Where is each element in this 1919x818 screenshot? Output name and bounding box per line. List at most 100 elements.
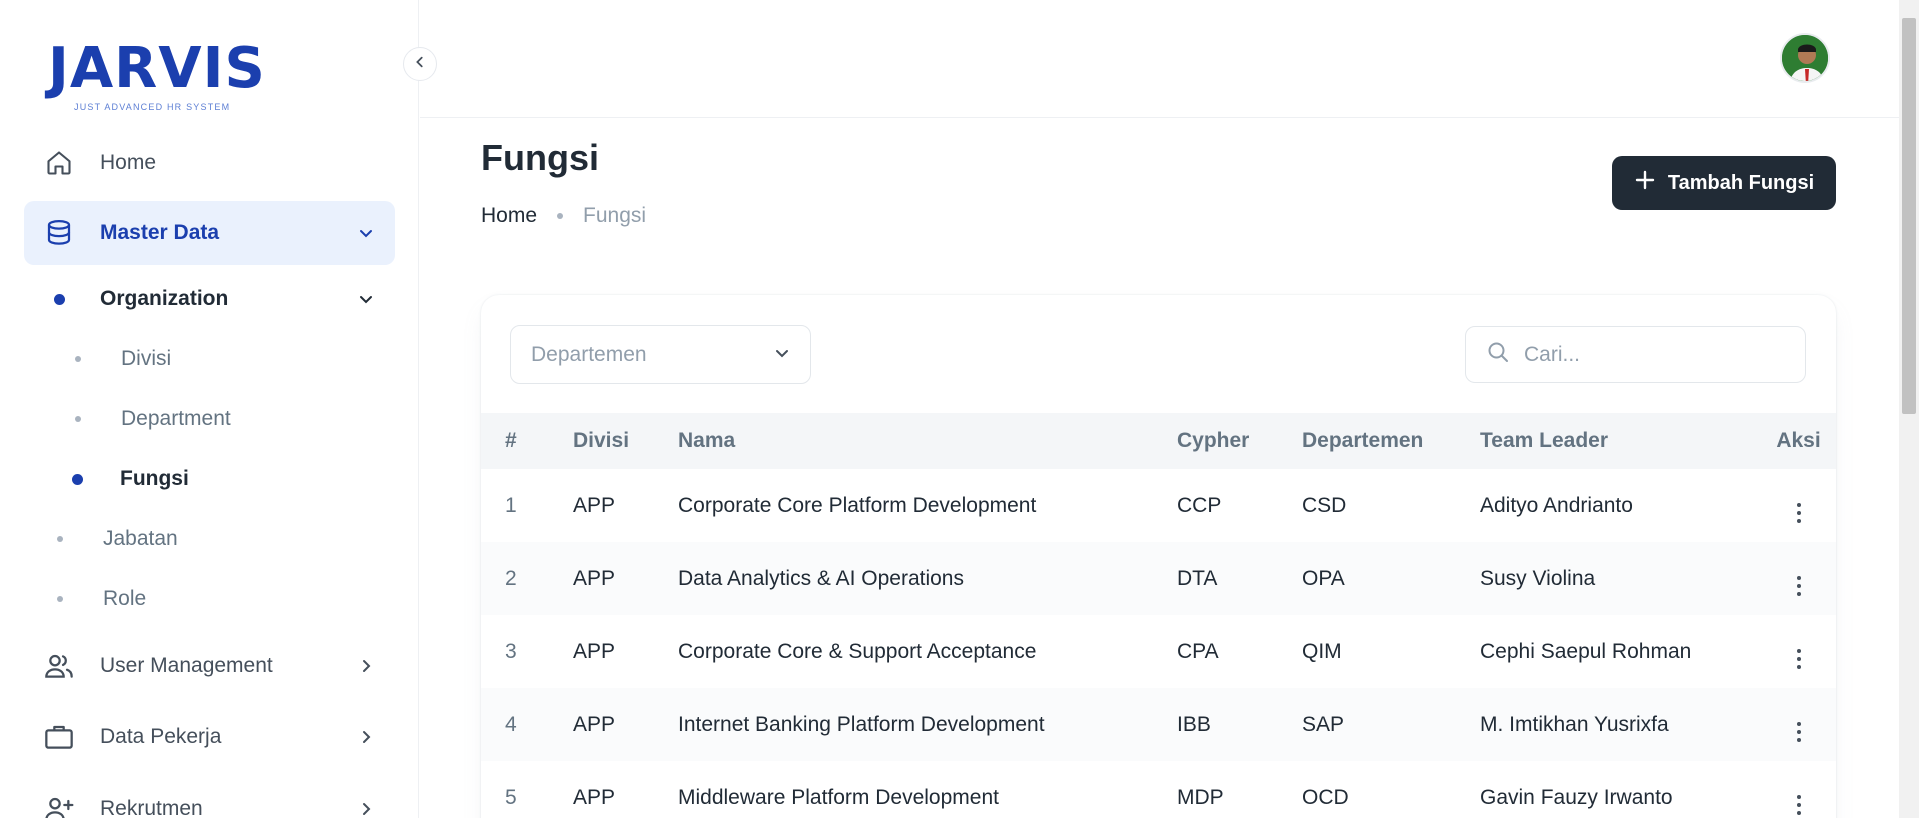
table-row: 1 APP Corporate Core Platform Developmen… bbox=[481, 469, 1836, 542]
add-fungsi-button[interactable]: Tambah Fungsi bbox=[1612, 156, 1836, 210]
breadcrumb-separator bbox=[557, 213, 564, 219]
cell-team-leader: Adityo Andrianto bbox=[1480, 493, 1633, 517]
cell-nama: Middleware Platform Development bbox=[678, 785, 999, 809]
user-plus-icon bbox=[42, 792, 76, 818]
cell-number: 4 bbox=[481, 688, 573, 761]
chevron-down-icon bbox=[355, 222, 377, 244]
breadcrumb-home-link[interactable]: Home bbox=[481, 204, 537, 228]
sidebar-item-label: User Management bbox=[100, 654, 273, 677]
cell-team-leader: M. Imtikhan Yusrixfa bbox=[1480, 688, 1761, 761]
row-actions-cell bbox=[1761, 615, 1836, 688]
sidebar-item-label: Master Data bbox=[100, 221, 220, 244]
column-header-cypher[interactable]: Cypher bbox=[1177, 413, 1302, 469]
cell-divisi: APP bbox=[573, 688, 678, 761]
bullet-icon bbox=[57, 536, 63, 542]
cell-nama: Corporate Core & Support Acceptance bbox=[678, 639, 1037, 663]
breadcrumb-current: Fungsi bbox=[583, 204, 647, 227]
column-header-team-leader[interactable]: Team Leader bbox=[1480, 413, 1761, 469]
row-actions-cell bbox=[1761, 542, 1836, 615]
more-vertical-icon[interactable] bbox=[1796, 648, 1801, 669]
logo-wordmark: JARVIS bbox=[48, 36, 266, 101]
fungsi-table: # Divisi Nama Cypher Departemen Team Lea… bbox=[481, 413, 1836, 818]
sidebar-item-label: Role bbox=[103, 587, 147, 610]
sidebar-item-label: Department bbox=[121, 407, 231, 430]
sidebar-item-organization[interactable]: Organization bbox=[24, 268, 395, 330]
chevron-down-icon bbox=[774, 343, 790, 367]
sidebar-collapse-button[interactable] bbox=[403, 47, 437, 81]
more-vertical-icon[interactable] bbox=[1796, 502, 1801, 523]
sidebar-item-label: Home bbox=[100, 151, 157, 174]
cell-team-leader: Gavin Fauzy Irwanto bbox=[1480, 785, 1673, 809]
bullet-icon bbox=[75, 356, 81, 362]
cell-nama: Corporate Core Platform Development bbox=[678, 493, 1037, 517]
sidebar-item-fungsi[interactable]: Fungsi bbox=[72, 467, 189, 491]
cell-cypher: CPA bbox=[1177, 639, 1219, 663]
sidebar-item-home[interactable]: Home bbox=[24, 131, 395, 195]
bullet-icon bbox=[57, 596, 63, 602]
bullet-icon bbox=[72, 473, 83, 485]
search-placeholder: Cari... bbox=[1524, 342, 1581, 366]
cell-number: 1 bbox=[505, 493, 517, 517]
departemen-filter-select[interactable]: Departemen bbox=[510, 325, 811, 384]
sidebar-item-department[interactable]: Department bbox=[75, 407, 231, 431]
cell-nama: Internet Banking Platform Development bbox=[678, 688, 1177, 761]
logo-tagline: JUST ADVANCED HR SYSTEM bbox=[74, 102, 231, 112]
cell-cypher: DTA bbox=[1177, 542, 1302, 615]
more-vertical-icon[interactable] bbox=[1796, 794, 1801, 815]
cell-team-leader: Susy Violina bbox=[1480, 542, 1761, 615]
cell-departemen: CSD bbox=[1302, 493, 1347, 517]
sidebar-item-label: Fungsi bbox=[120, 467, 189, 490]
column-header-aksi: Aksi bbox=[1761, 413, 1836, 469]
cell-cypher: CCP bbox=[1177, 493, 1222, 517]
sidebar-item-data-pekerja[interactable]: Data Pekerja bbox=[24, 705, 395, 769]
bullet-icon bbox=[42, 282, 76, 316]
jarvis-logo[interactable]: JARVIS JUST ADVANCED HR SYSTEM bbox=[48, 36, 268, 116]
chevron-down-icon bbox=[355, 288, 377, 310]
page-title: Fungsi bbox=[481, 137, 599, 178]
users-icon bbox=[42, 649, 76, 683]
cell-departemen: OPA bbox=[1302, 542, 1480, 615]
sidebar-item-label: Data Pekerja bbox=[100, 725, 222, 748]
sidebar-item-divisi[interactable]: Divisi bbox=[75, 347, 171, 371]
database-icon bbox=[42, 216, 76, 250]
cell-divisi: APP bbox=[573, 785, 616, 809]
add-button-label: Tambah Fungsi bbox=[1667, 171, 1815, 194]
cell-departemen: QIM bbox=[1302, 639, 1342, 663]
plus-icon bbox=[1634, 169, 1656, 197]
top-header bbox=[420, 0, 1899, 118]
table-row: 4 APP Internet Banking Platform Developm… bbox=[481, 688, 1836, 761]
cell-number: 3 bbox=[505, 639, 517, 663]
sidebar-item-jabatan[interactable]: Jabatan bbox=[57, 527, 178, 551]
user-avatar[interactable] bbox=[1780, 33, 1830, 83]
chevron-right-icon bbox=[355, 655, 377, 677]
cell-number: 2 bbox=[481, 542, 573, 615]
scrollbar-thumb[interactable] bbox=[1902, 18, 1916, 414]
sidebar-item-role[interactable]: Role bbox=[57, 587, 146, 611]
sidebar-item-master-data[interactable]: Master Data bbox=[24, 201, 395, 265]
sidebar-item-label: Divisi bbox=[121, 347, 172, 370]
sidebar-item-user-management[interactable]: User Management bbox=[24, 634, 395, 698]
search-icon bbox=[1486, 340, 1510, 370]
column-header-divisi[interactable]: Divisi bbox=[573, 413, 678, 469]
more-vertical-icon[interactable] bbox=[1796, 721, 1801, 742]
cell-cypher: MDP bbox=[1177, 785, 1224, 809]
sidebar-item-label: Jabatan bbox=[103, 527, 178, 550]
column-header-number: # bbox=[481, 413, 573, 469]
sidebar-item-label: Rekrutmen bbox=[100, 797, 203, 818]
search-input[interactable]: Cari... bbox=[1465, 326, 1806, 383]
chevron-left-icon bbox=[413, 55, 427, 74]
sidebar-item-rekrutmen[interactable]: Rekrutmen bbox=[24, 777, 395, 818]
breadcrumb: Home Fungsi bbox=[481, 204, 646, 228]
column-header-nama[interactable]: Nama bbox=[678, 413, 1177, 469]
chevron-right-icon bbox=[355, 726, 377, 748]
column-header-departemen[interactable]: Departemen bbox=[1302, 413, 1480, 469]
cell-departemen: SAP bbox=[1302, 688, 1480, 761]
cell-divisi: APP bbox=[573, 493, 616, 517]
more-vertical-icon[interactable] bbox=[1796, 575, 1801, 596]
cell-divisi: APP bbox=[573, 542, 678, 615]
cell-number: 5 bbox=[505, 785, 517, 809]
cell-cypher: IBB bbox=[1177, 688, 1302, 761]
cell-nama: Data Analytics & AI Operations bbox=[678, 542, 1177, 615]
bullet-icon bbox=[75, 416, 81, 422]
sidebar: JARVIS JUST ADVANCED HR SYSTEM Home Mast… bbox=[0, 0, 419, 818]
